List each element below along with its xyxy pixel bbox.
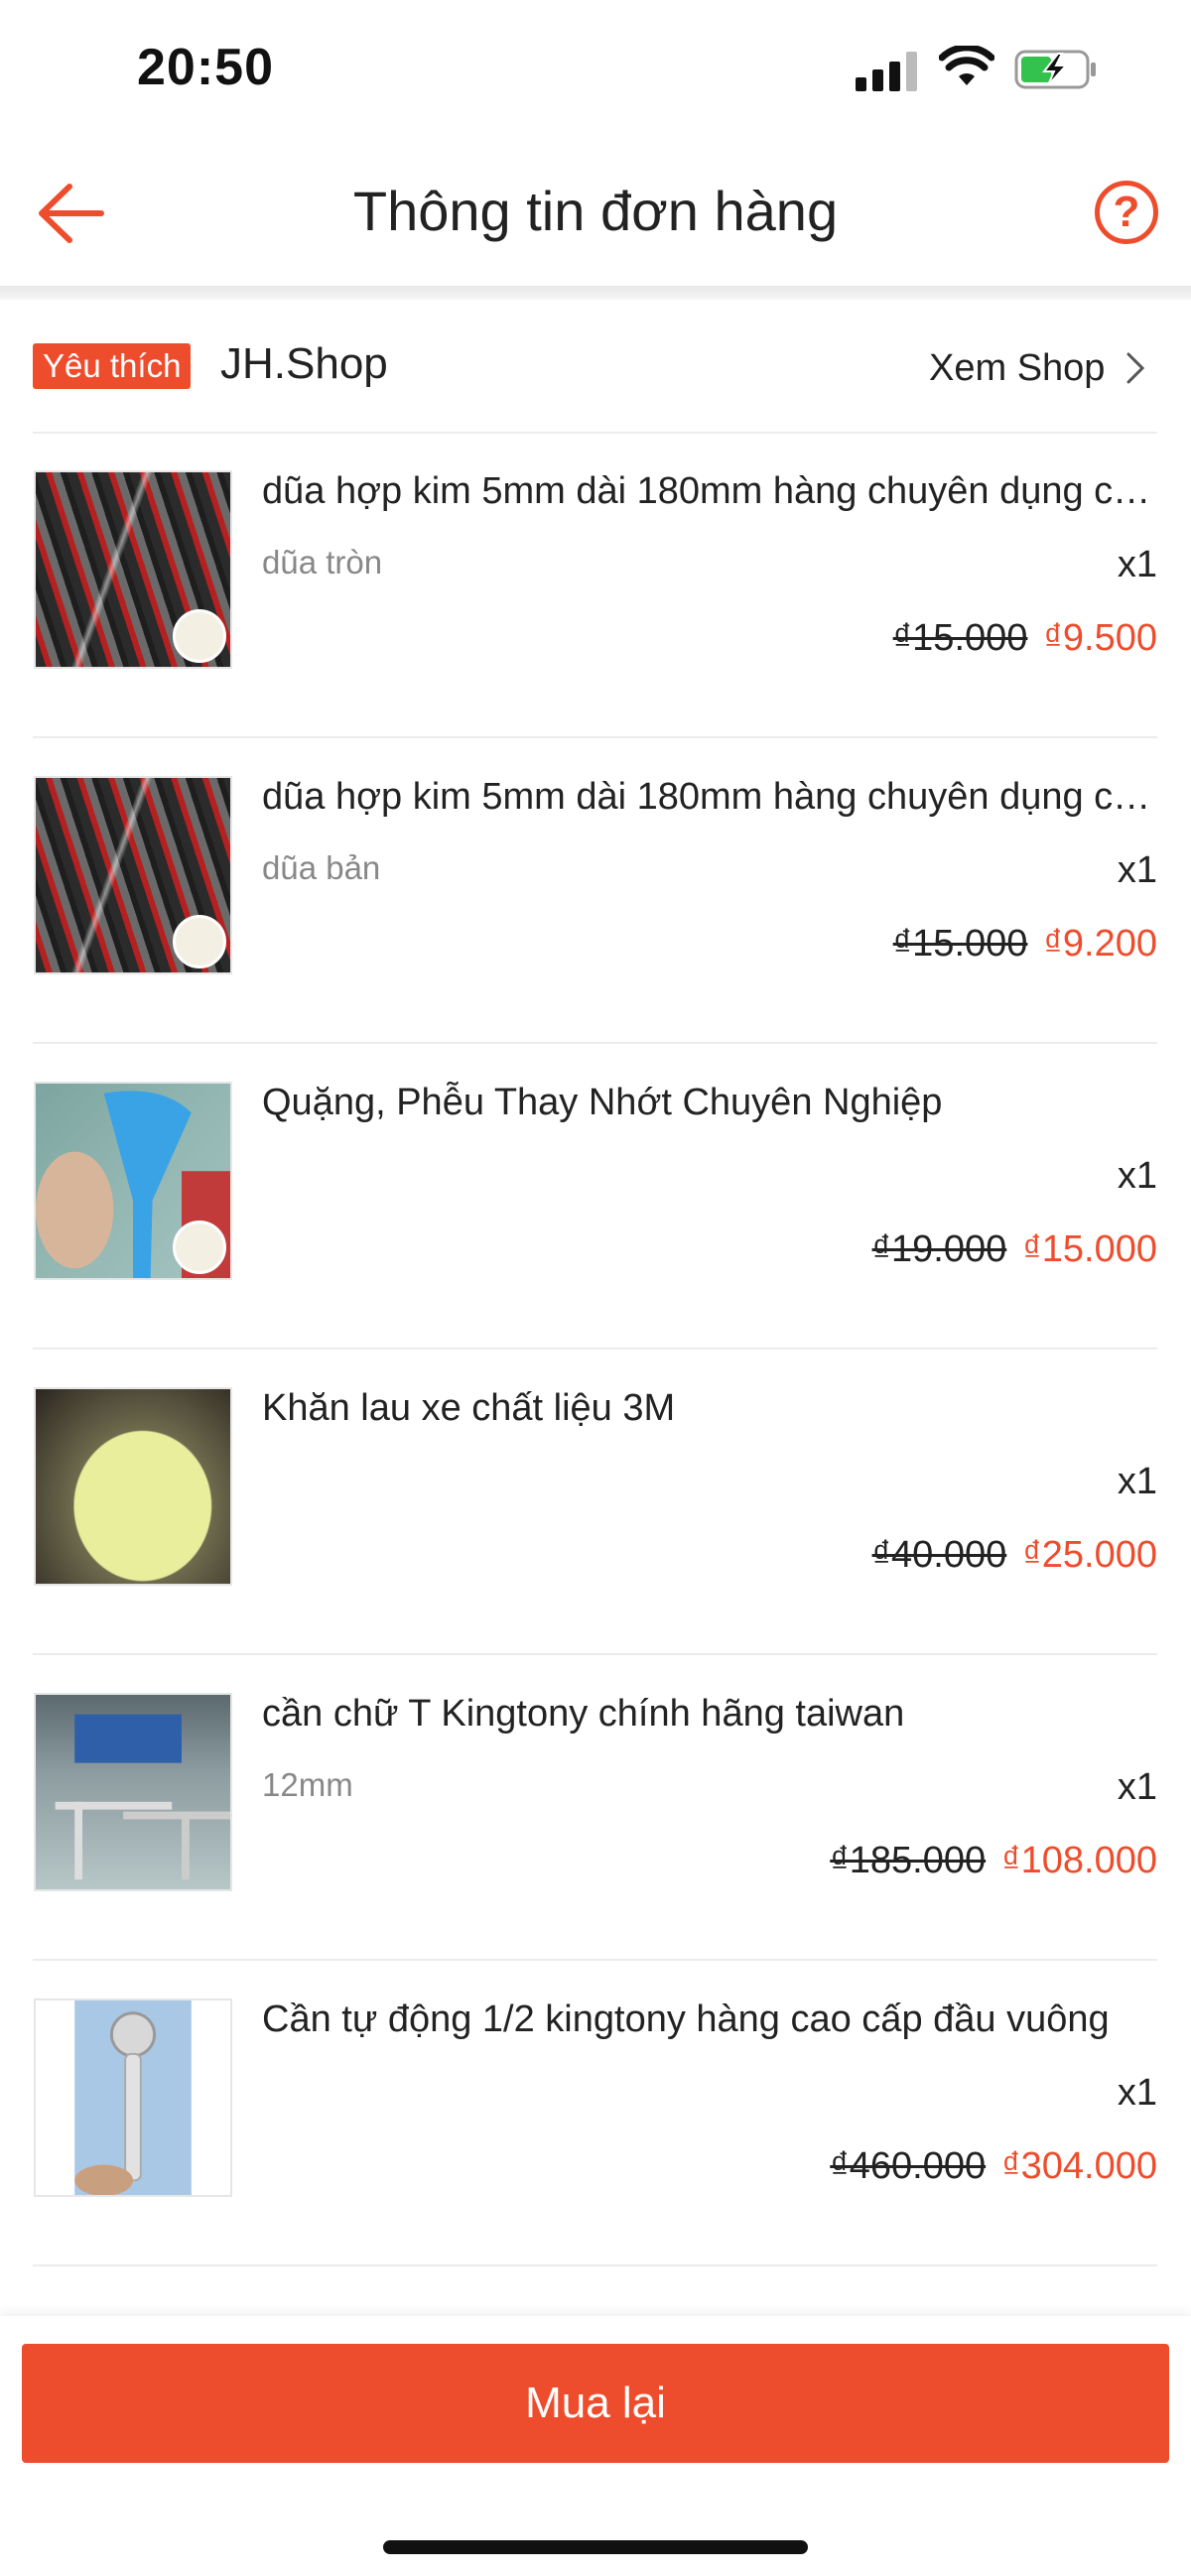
order-item[interactable]: Cần tự động 1/2 kingtony hàng cao cấp đầ… [0, 1961, 1191, 2266]
wifi-icon [939, 46, 994, 85]
product-name: dũa hợp kim 5mm dài 180mm hàng chuyên dụ… [262, 470, 1155, 512]
original-price: ₫19.000 [871, 1228, 1007, 1270]
page-title: Thông tin đơn hàng [352, 180, 839, 242]
sale-price: ₫15.000 [1022, 1228, 1157, 1270]
product-price: ₫19.000 ₫15.000 [872, 1228, 1157, 1271]
status-bar: 20:50 [0, 0, 1191, 139]
order-item[interactable]: dũa hợp kim 5mm dài 180mm hàng chuyên dụ… [0, 433, 1191, 738]
order-item[interactable]: Quặng, Phễu Thay Nhớt Chuyên Nghiệp x1 ₫… [0, 1044, 1191, 1350]
product-price: ₫15.000 ₫9.200 [893, 923, 1157, 966]
chevron-right-icon [1126, 352, 1145, 384]
sale-price: ₫108.000 [1001, 1840, 1157, 1881]
product-quantity: x1 [1117, 1461, 1157, 1502]
help-icon[interactable]: ? [1095, 181, 1158, 244]
product-thumbnail [34, 1998, 232, 2197]
product-name: Quặng, Phễu Thay Nhớt Chuyên Nghiệp [262, 1082, 943, 1123]
order-item[interactable]: dũa hợp kim 5mm dài 180mm hàng chuyên dụ… [0, 738, 1191, 1044]
view-shop-link[interactable]: Xem Shop [929, 343, 1148, 393]
product-name: cần chữ T Kingtony chính hãng taiwan [262, 1693, 905, 1735]
original-price: ₫15.000 [892, 617, 1028, 659]
product-quantity: x1 [1117, 544, 1157, 585]
product-thumbnail [34, 1082, 232, 1280]
bottom-action-bar: Mua lại [0, 2316, 1191, 2576]
rebuy-button[interactable]: Mua lại [22, 2344, 1169, 2463]
sale-price: ₫9.500 [1043, 617, 1157, 659]
product-thumbnail [34, 1693, 232, 1891]
shop-name[interactable]: JH.Shop [220, 339, 388, 389]
product-thumbnail [34, 1387, 232, 1586]
sale-price: ₫304.000 [1001, 2145, 1157, 2187]
order-item[interactable]: cần chữ T Kingtony chính hãng taiwan 12m… [0, 1655, 1191, 1961]
header-divider [0, 286, 1191, 300]
product-price: ₫15.000 ₫9.500 [893, 617, 1157, 660]
product-thumbnail [34, 470, 232, 669]
product-price: ₫40.000 ₫25.000 [872, 1534, 1157, 1577]
order-item[interactable]: Khăn lau xe chất liệu 3M x1 ₫40.000 ₫25.… [0, 1350, 1191, 1655]
cellular-signal-icon [856, 52, 919, 91]
original-price: ₫40.000 [871, 1534, 1007, 1576]
product-quantity: x1 [1117, 1766, 1157, 1808]
t-bar-image [55, 1714, 230, 1880]
product-thumbnail [34, 776, 232, 974]
product-variant: 12mm [262, 1766, 353, 1803]
sale-price: ₫9.200 [1043, 923, 1157, 965]
product-variant: dũa bản [262, 849, 381, 886]
status-time: 20:50 [137, 39, 274, 96]
product-name: dũa hợp kim 5mm dài 180mm hàng chuyên dụ… [262, 776, 1155, 818]
product-name: Cần tự động 1/2 kingtony hàng cao cấp đầ… [262, 1998, 1110, 2040]
product-variant: dũa tròn [262, 544, 383, 580]
original-price: ₫15.000 [892, 923, 1028, 965]
original-price: ₫460.000 [830, 2145, 987, 2187]
shop-row: Yêu thích JH.Shop Xem Shop [0, 300, 1191, 434]
product-name: Khăn lau xe chất liệu 3M [262, 1387, 676, 1429]
item-divider [33, 2264, 1157, 2266]
sale-price: ₫25.000 [1022, 1534, 1157, 1576]
product-price: ₫185.000 ₫108.000 [830, 1840, 1157, 1882]
product-quantity: x1 [1117, 1155, 1157, 1197]
order-items-list: dũa hợp kim 5mm dài 180mm hàng chuyên dụ… [0, 433, 1191, 2266]
product-price: ₫460.000 ₫304.000 [830, 2145, 1157, 2188]
ratchet-image [74, 2000, 192, 2195]
battery-charging-icon [1014, 50, 1096, 89]
home-indicator [383, 2540, 808, 2554]
product-quantity: x1 [1117, 2072, 1157, 2114]
original-price: ₫185.000 [830, 1840, 987, 1881]
product-quantity: x1 [1117, 849, 1157, 891]
app-header: Thông tin đơn hàng ? [0, 139, 1191, 288]
favorite-badge: Yêu thích [33, 343, 192, 389]
view-shop-label: Xem Shop [929, 346, 1106, 389]
